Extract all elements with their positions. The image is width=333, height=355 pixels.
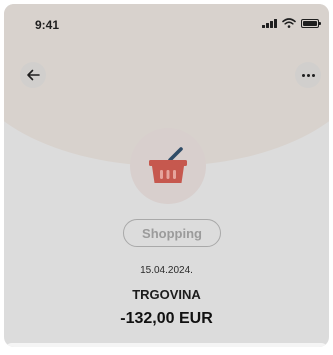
merchant-name: TRGOVINA [132,287,201,302]
transaction-amount: -132,00 EUR [120,310,213,327]
wifi-icon [282,18,296,28]
transaction-date: 15.04.2024. [140,265,193,276]
shopping-basket-icon [149,147,187,183]
status-bar: 9:41 [4,4,329,48]
back-button[interactable] [20,62,46,88]
category-tag[interactable]: Shopping [123,219,221,247]
transaction-detail-screen: 9:41 Shopping 15.04.2024. TRGOVINA -132,… [4,4,329,347]
arrow-left-icon [27,69,40,81]
status-icons [262,18,321,28]
signal-icon [262,18,277,28]
details-sheet [4,343,329,347]
more-options-button[interactable] [295,62,321,88]
more-horizontal-icon [301,73,315,77]
category-icon-badge [130,128,206,204]
status-time: 9:41 [35,18,60,32]
battery-icon [301,18,321,28]
